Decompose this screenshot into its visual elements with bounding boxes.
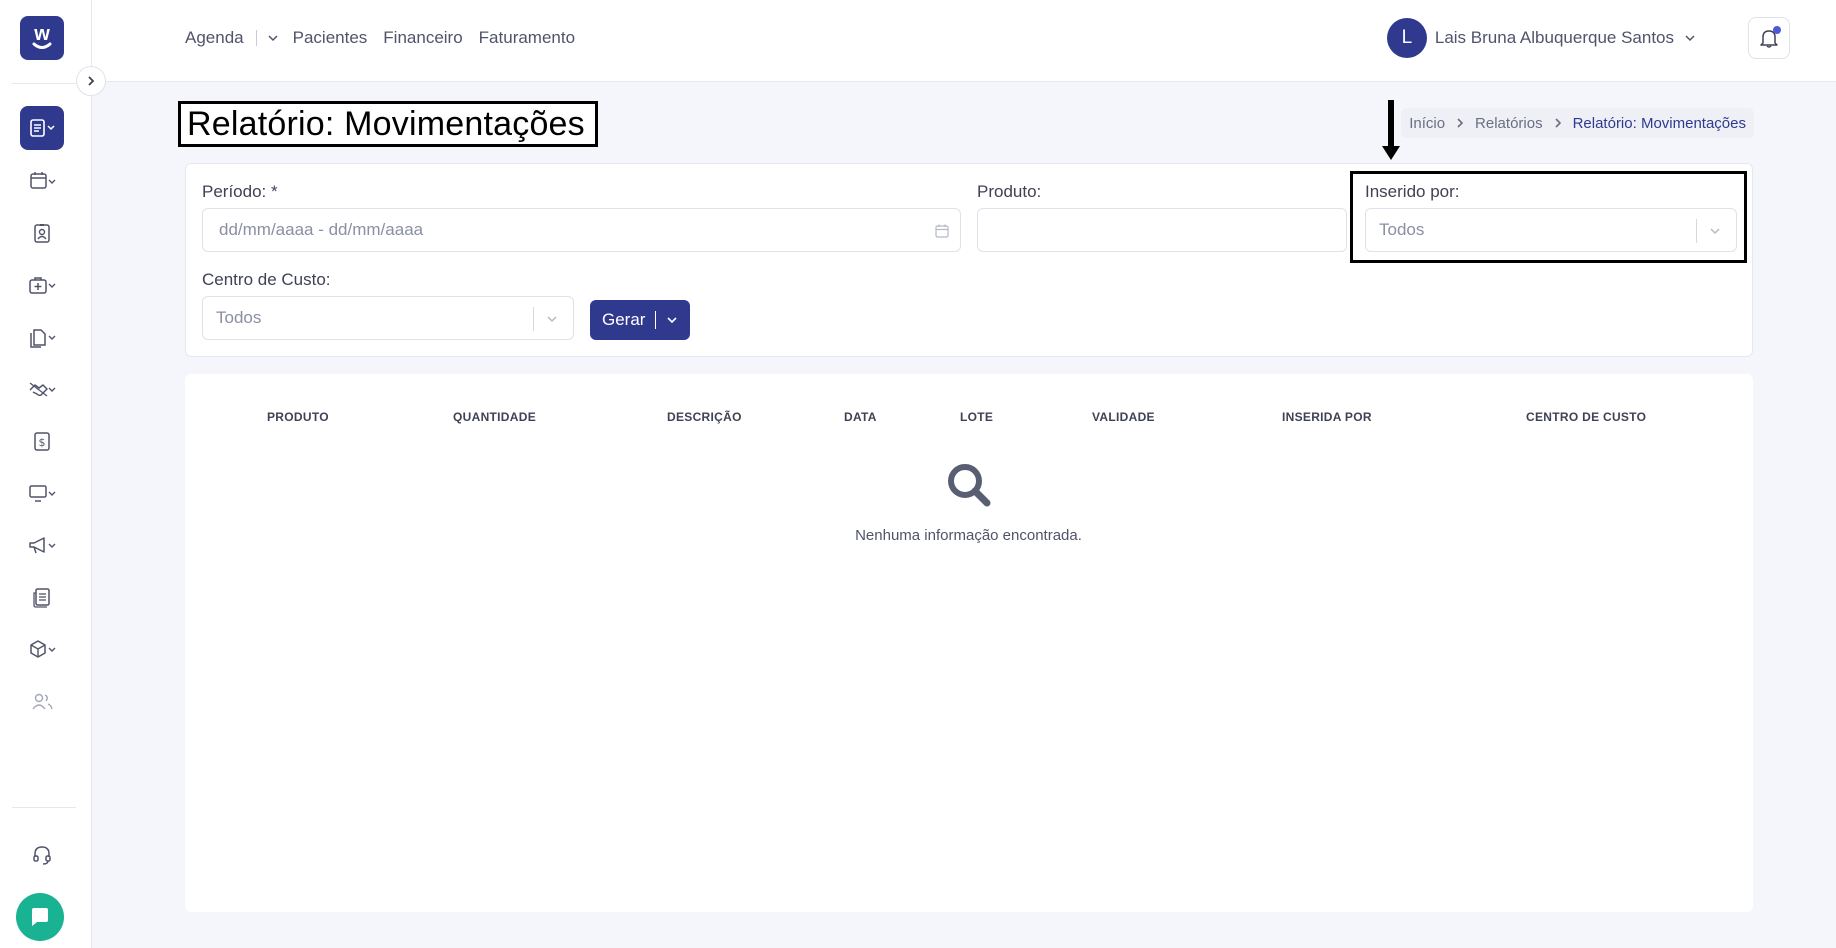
user-name: Lais Bruna Albuquerque Santos — [1434, 28, 1674, 47]
column-header-descricao[interactable]: DESCRIÇÃO — [667, 410, 742, 424]
logo-mark-icon: w — [32, 23, 52, 49]
nav-financeiro[interactable]: Financeiro — [383, 28, 462, 48]
column-header-quantidade[interactable]: QUANTIDADE — [453, 410, 536, 424]
chat-button[interactable] — [16, 893, 64, 941]
monitor-icon — [29, 485, 56, 502]
select-separator — [533, 307, 534, 331]
chevron-right-icon — [1457, 118, 1464, 128]
chevron-down-icon — [1685, 35, 1695, 42]
breadcrumb-home[interactable]: Início — [1409, 115, 1445, 132]
medical-kit-icon — [29, 277, 56, 294]
user-menu[interactable]: L Lais Bruna Albuquerque Santos — [1386, 18, 1696, 58]
handshake-icon — [29, 382, 56, 397]
nav-pacientes[interactable]: Pacientes — [293, 28, 368, 48]
patient-id-icon — [34, 224, 50, 243]
sidebar-item-monitor[interactable] — [20, 471, 64, 515]
column-header-lote[interactable]: LOTE — [960, 410, 993, 424]
breadcrumb-current: Relatório: Movimentações — [1572, 114, 1746, 132]
sidebar-item-calendar[interactable] — [20, 159, 64, 203]
sidebar-item-billing[interactable]: $ — [20, 419, 64, 463]
chat-icon — [32, 908, 48, 926]
news-icon — [33, 588, 50, 608]
sidebar-item-users[interactable] — [20, 679, 64, 723]
chevron-down-icon — [547, 316, 557, 323]
nav-separator — [255, 30, 257, 46]
centro-label: Centro de Custo: — [202, 270, 331, 289]
sidebar-toggle-button[interactable] — [76, 66, 106, 96]
periodo-input[interactable]: dd/mm/aaaa - dd/mm/aaaa — [202, 208, 961, 252]
sidebar-item-medical[interactable] — [20, 263, 64, 307]
sidebar-divider — [12, 807, 76, 808]
report-icon — [30, 119, 55, 137]
page-title: Relatório: Movimentações — [178, 101, 598, 147]
nav-agenda-dropdown[interactable] — [267, 32, 279, 44]
user-menu-caret — [1684, 32, 1696, 44]
button-divider — [655, 311, 657, 329]
annotation-highlight-box — [1350, 171, 1747, 263]
sidebar-divider — [12, 83, 76, 84]
chevron-right-icon — [88, 76, 95, 86]
gerar-button[interactable]: Gerar — [590, 300, 690, 340]
centro-value: Todos — [216, 308, 262, 327]
sidebar-item-patients[interactable] — [20, 211, 64, 255]
annotation-arrow-head — [1382, 146, 1400, 160]
column-header-data[interactable]: DATA — [844, 410, 877, 424]
nav-agenda[interactable]: Agenda — [185, 28, 244, 48]
app-logo[interactable]: w — [20, 16, 64, 60]
annotation-arrow-line — [1388, 100, 1394, 148]
avatar: L — [1386, 18, 1427, 58]
billing-icon: $ — [34, 432, 50, 451]
column-header-produto[interactable]: PRODUTO — [267, 410, 329, 424]
sidebar-item-news[interactable] — [20, 575, 64, 619]
chevron-down-icon — [268, 35, 278, 42]
package-icon — [30, 640, 56, 658]
sidebar-item-inventory[interactable] — [20, 627, 64, 671]
breadcrumb-reports[interactable]: Relatórios — [1475, 115, 1543, 132]
topbar: Agenda Pacientes Financeiro Faturamento … — [92, 0, 1836, 82]
svg-text:w: w — [33, 23, 50, 45]
chevron-down-icon — [667, 317, 678, 324]
sidebar: w $ — [0, 0, 92, 948]
documents-icon — [30, 329, 56, 348]
search-icon — [948, 464, 991, 507]
chevron-right-icon — [1555, 118, 1561, 128]
results-table-card — [185, 374, 1753, 912]
svg-text:$: $ — [39, 436, 46, 449]
top-navigation: Agenda Pacientes Financeiro Faturamento — [185, 28, 591, 48]
column-header-validade[interactable]: VALIDADE — [1092, 410, 1155, 424]
gerar-label: Gerar — [602, 310, 646, 329]
produto-select[interactable] — [977, 208, 1347, 252]
sidebar-item-agreements[interactable] — [20, 367, 64, 411]
calendar-icon — [935, 224, 949, 238]
centro-select[interactable]: Todos — [202, 296, 574, 340]
sidebar-item-documents[interactable] — [20, 315, 64, 359]
column-header-centro-de-custo[interactable]: CENTRO DE CUSTO — [1526, 410, 1646, 424]
notifications-button[interactable] — [1748, 17, 1790, 59]
breadcrumb-chevron — [1553, 117, 1563, 129]
sidebar-item-reports[interactable] — [20, 106, 64, 150]
produto-label: Produto: — [977, 182, 1042, 201]
nav-faturamento[interactable]: Faturamento — [479, 28, 575, 48]
column-header-inserida-por[interactable]: INSERIDA POR — [1282, 410, 1372, 424]
headset-icon — [33, 846, 51, 865]
breadcrumb: Início Relatórios Relatório: Movimentaçõ… — [1401, 108, 1754, 138]
periodo-placeholder: dd/mm/aaaa - dd/mm/aaaa — [219, 220, 424, 239]
users-icon — [32, 693, 53, 710]
notification-dot — [1773, 26, 1781, 34]
periodo-label: Período: * — [202, 182, 278, 201]
calendar-icon — [30, 172, 56, 189]
breadcrumb-chevron — [1455, 117, 1465, 129]
sidebar-item-support[interactable] — [20, 833, 64, 877]
empty-state-message: Nenhuma informação encontrada. — [855, 527, 1082, 544]
